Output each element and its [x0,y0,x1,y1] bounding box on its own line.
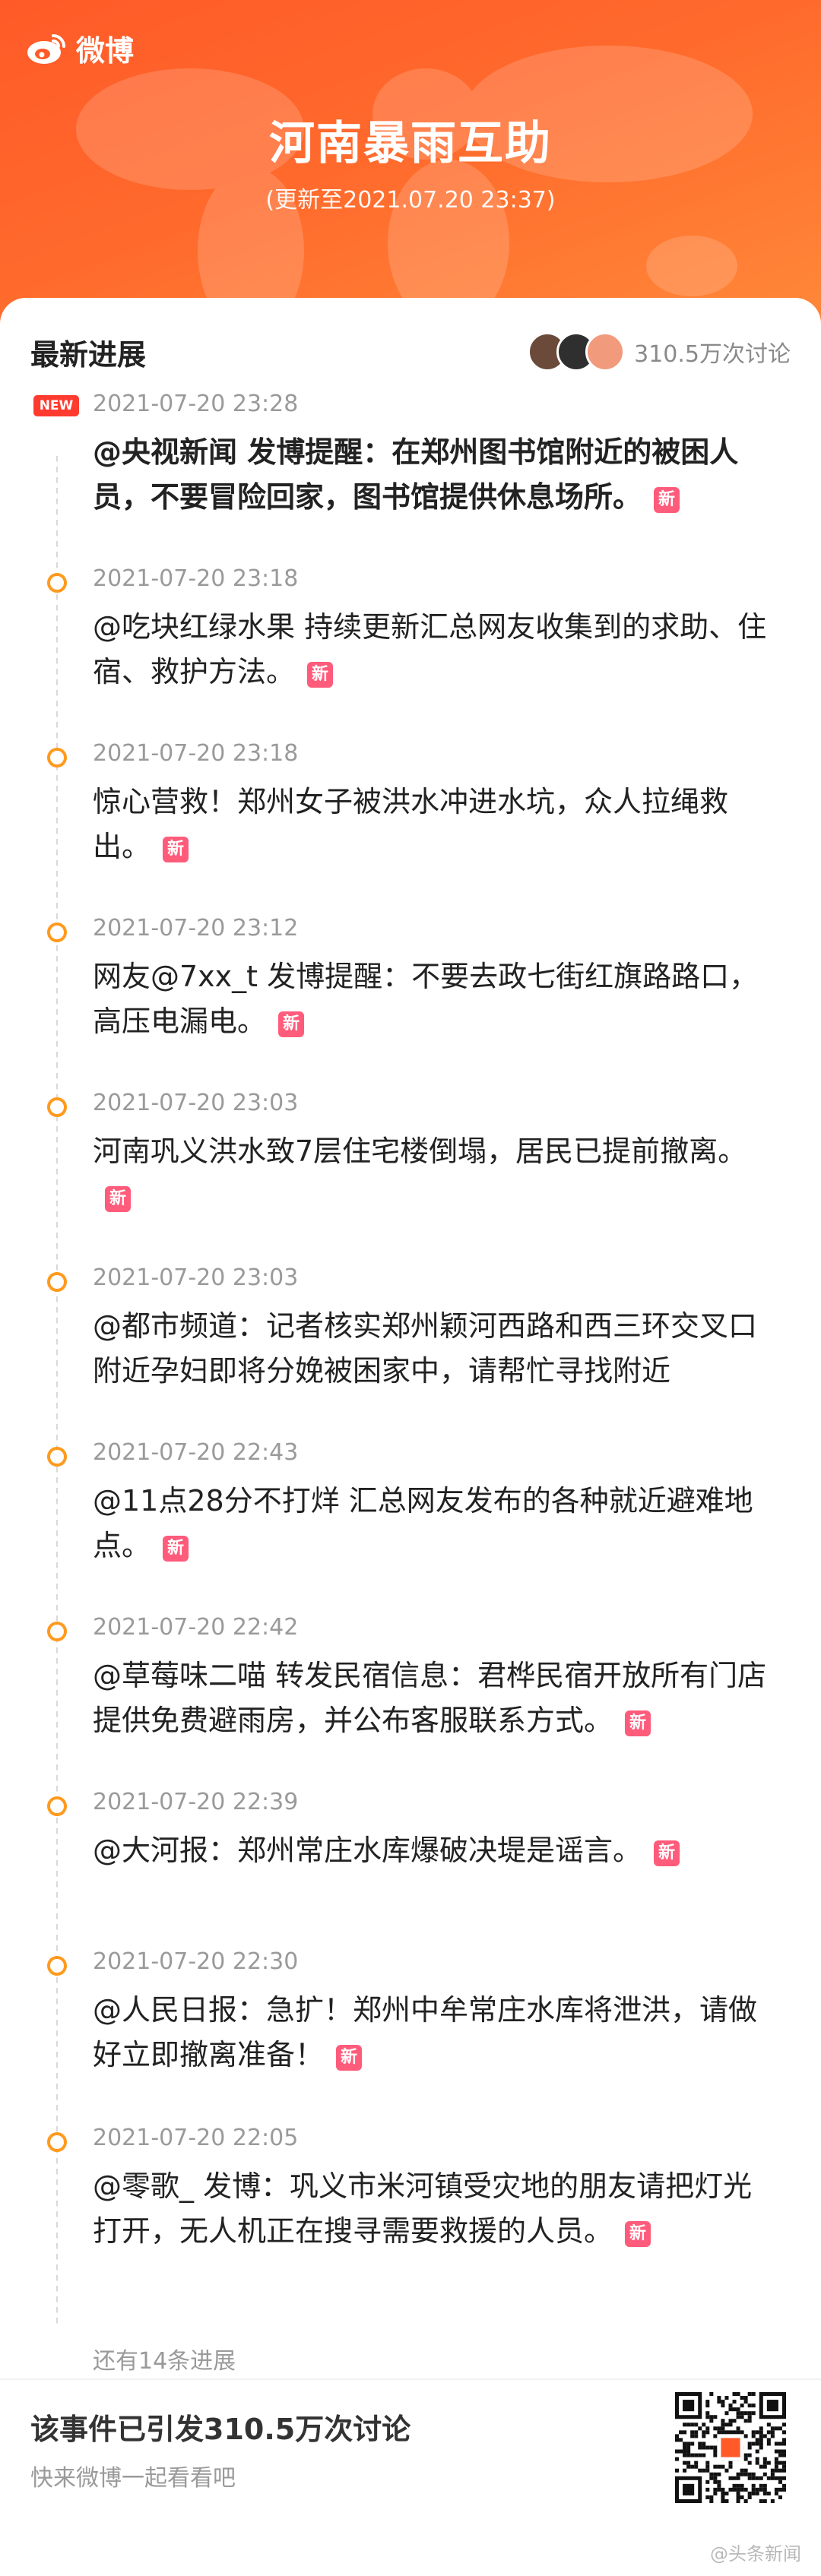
item-text-content: @人民日报：急扩！郑州中牟常庄水库将泄洪，请做好立即撤离准备！ [93,1993,758,2071]
timeline-dot-icon [47,922,67,942]
item-text-content: @央视新闻 发博提醒：在郑州图书馆附近的被困人员，不要冒险回家，图书馆提供休息场… [93,435,739,514]
card-title: 最新进展 [30,337,147,372]
item-text-content: @吃块红绿水果 持续更新汇总网友收集到的求助、住宿、救护方法。 [93,610,767,688]
new-badge: 新 [278,1011,305,1037]
item-text-content: 网友@7xx_t 发博提醒：不要去政七街红旗路路口，高压电漏电。 [93,960,759,1038]
discussion-summary[interactable]: 310.5万次讨论 [528,332,791,372]
new-badge: 新 [654,1840,680,1866]
timeline-dot-icon [47,748,67,767]
qr-code-icon[interactable] [675,2392,786,2503]
timeline-dot-icon [47,1272,67,1292]
update-time: (更新至2021.07.20 23:37) [265,187,556,214]
item-text[interactable]: 网友@7xx_t 发博提醒：不要去政七街红旗路路口，高压电漏电。新 [93,954,777,1044]
item-text[interactable]: @都市频道：记者核实郑州颖河西路和西三环交叉口附近孕妇即将分娩被困家中，请帮忙寻… [93,1304,777,1394]
item-time: 2021-07-20 23:18 [93,740,299,767]
item-time: 2021-07-20 22:05 [93,2125,299,2151]
timeline-dot-icon [47,2132,67,2152]
item-text[interactable]: @人民日报：急扩！郑州中牟常庄水库将泄洪，请做好立即撤离准备！新 [93,1988,777,2078]
item-text[interactable]: 惊心营救！郑州女子被洪水冲进水坑，众人拉绳救出。新 [93,780,777,869]
header-banner: 微博 河南暴雨互助 (更新至2021.07.20 23:37) [0,0,821,350]
new-badge: 新 [625,2221,651,2247]
item-time: 2021-07-20 23:03 [93,1090,299,1116]
new-badge: 新 [163,837,189,862]
avatar [585,332,626,372]
item-text[interactable]: @零歌_ 发博：巩义市米河镇受灾地的朋友请把灯光打开，无人机正在搜寻需要救援的人… [93,2164,777,2254]
item-time: 2021-07-20 23:18 [93,565,299,592]
weibo-brand[interactable]: 微博 [26,27,134,69]
item-time: 2021-07-20 22:43 [93,1439,299,1466]
item-text-content: @都市频道：记者核实郑州颖河西路和西三环交叉口附近孕妇即将分娩被困家中，请帮忙寻… [93,1309,758,1388]
discussion-count: 310.5万次讨论 [634,341,791,368]
new-badge: 新 [625,1710,651,1736]
item-text-content: @草莓味二喵 转发民宿信息：君桦民宿开放所有门店提供免费避雨房，并公布客服联系方… [93,1659,767,1737]
item-text[interactable]: @草莓味二喵 转发民宿信息：君桦民宿开放所有门店提供免费避雨房，并公布客服联系方… [93,1654,777,1743]
item-time: 2021-07-20 22:39 [93,1789,299,1815]
item-text[interactable]: @吃块红绿水果 持续更新汇总网友收集到的求助、住宿、救护方法。新 [93,605,777,695]
timeline-dot-icon [47,1447,67,1467]
item-text[interactable]: 河南巩义洪水致7层住宅楼倒塌，居民已提前撤离。新 [93,1129,777,1219]
item-text[interactable]: @央视新闻 发博提醒：在郑州图书馆附近的被困人员，不要冒险回家，图书馆提供休息场… [93,430,777,520]
item-text-content: 河南巩义洪水致7层住宅楼倒塌，居民已提前撤离。 [93,1135,747,1168]
new-badge: 新 [307,662,334,688]
page-title: 河南暴雨互助 [269,117,552,170]
new-badge: 新 [105,1186,131,1212]
more-progress-link[interactable]: 还有14条进展 [93,2342,236,2375]
progress-card: 最新进展 310.5万次讨论 NEW 2021-07-20 23:28 @央视新闻 … [0,298,821,2576]
item-time: 2021-07-20 23:03 [93,1264,299,1291]
footer-title: 该事件已引发310.5万次讨论 [30,2413,411,2446]
item-text-content: @大河报：郑州常庄水库爆破决堤是谣言。 [93,1834,642,1867]
item-time: 2021-07-20 23:28 [93,391,299,417]
item-time: 2021-07-20 22:42 [93,1614,299,1641]
item-time: 2021-07-20 22:30 [93,1948,299,1975]
item-text-content: @零歌_ 发博：巩义市米河镇受灾地的朋友请把灯光打开，无人机正在搜寻需要救援的人… [93,2169,753,2248]
new-badge: 新 [336,2045,363,2071]
weibo-logo-icon [27,33,65,64]
divider [0,2378,821,2380]
item-text-content: @11点28分不打烊 汇总网友发布的各种就近避难地点。 [93,1484,753,1562]
item-time: 2021-07-20 23:12 [93,915,299,941]
item-text[interactable]: @11点28分不打烊 汇总网友发布的各种就近避难地点。新 [93,1479,777,1568]
footer-subtitle: 快来微博一起看看吧 [30,2465,236,2492]
item-text[interactable]: @大河报：郑州常庄水库爆破决堤是谣言。新 [93,1828,777,1873]
timeline-dot-icon [47,1956,67,1976]
new-badge: 新 [163,1536,189,1562]
new-tag: NEW [33,395,79,416]
new-badge: 新 [654,487,680,513]
timeline-dot-icon [47,1097,67,1117]
brand-name: 微博 [76,34,135,68]
card-header: 最新进展 310.5万次讨论 [30,325,791,378]
watermark: @头条新闻 [710,2543,801,2565]
timeline-dot-icon [47,1622,67,1641]
avatar-group [528,332,626,372]
timeline-dot-icon [47,1796,67,1816]
timeline-dot-icon [47,573,67,593]
timeline-line [56,456,58,2325]
